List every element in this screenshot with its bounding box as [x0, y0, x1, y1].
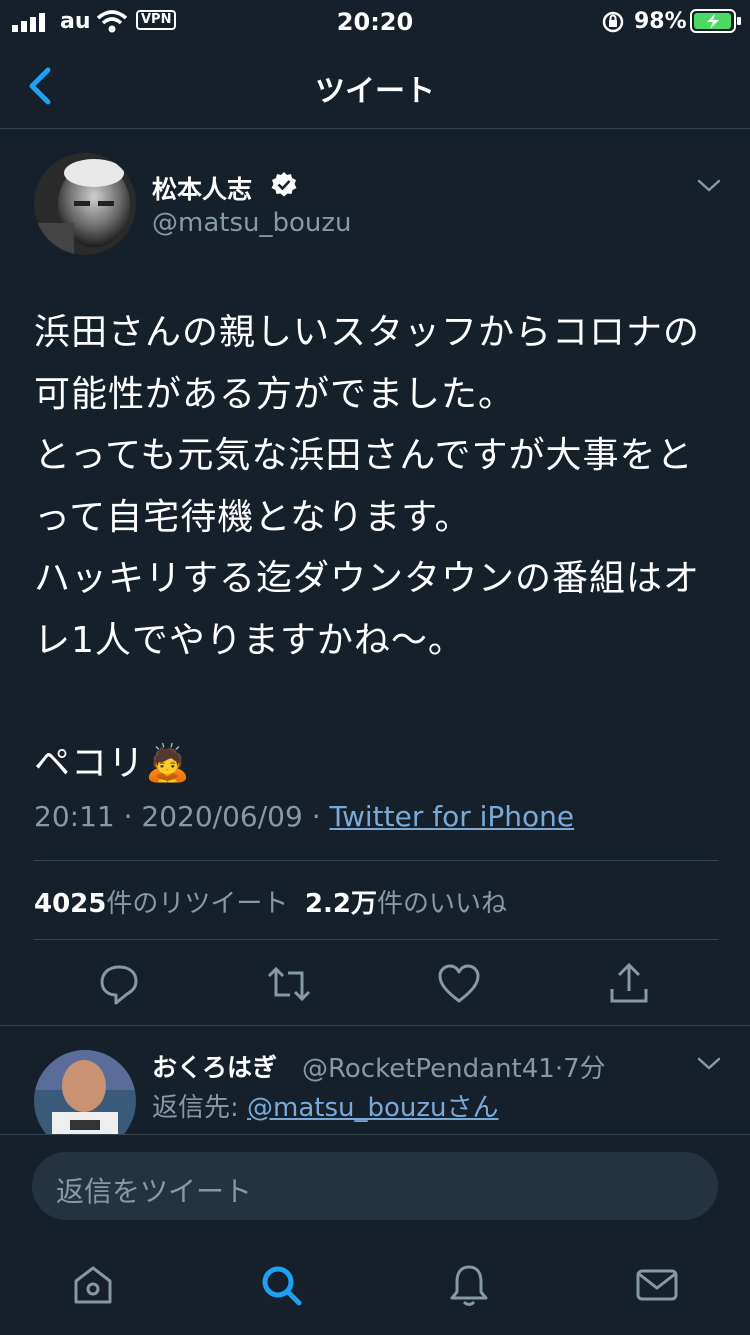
retweet-stat[interactable]: 4025件のリツイート — [34, 889, 288, 919]
reply-age: 7分 — [563, 1054, 606, 1084]
tweet-date: 2020/06/09 — [141, 800, 303, 833]
tab-bar — [0, 1236, 750, 1334]
reply-meta: @RocketPendant41·7分 — [302, 1054, 606, 1084]
notifications-icon[interactable] — [446, 1262, 492, 1308]
divider — [34, 860, 718, 861]
tweet-source-link[interactable]: Twitter for iPhone — [330, 800, 575, 833]
home-icon[interactable] — [70, 1262, 116, 1308]
author-avatar[interactable] — [34, 153, 136, 255]
messages-icon[interactable] — [634, 1262, 680, 1308]
retweet-icon[interactable] — [264, 959, 314, 1009]
chevron-down-icon[interactable] — [696, 1054, 722, 1074]
tweet-time: 20:11 — [34, 800, 115, 833]
reply-icon[interactable] — [94, 959, 144, 1009]
like-count: 2.2万 — [304, 889, 377, 919]
verified-icon — [271, 172, 297, 197]
share-icon[interactable] — [604, 959, 654, 1009]
author-avatar-image — [34, 153, 136, 255]
author-name[interactable]: 松本人志 — [152, 170, 252, 206]
divider — [34, 939, 718, 940]
tweet-text: 浜田さんの親しいスタッフからコロナの可能性がある方がでました。 とっても元気な浜… — [34, 312, 701, 784]
reply-compose-placeholder: 返信をツイート — [56, 1175, 253, 1208]
tweet-meta: 20:11 · 2020/06/09 · Twitter for iPhone — [34, 800, 575, 833]
retweet-label: 件のリツイート — [106, 889, 289, 919]
retweet-count: 4025 — [34, 889, 107, 919]
reply-author-name[interactable]: おくろはぎ — [152, 1048, 277, 1084]
like-label: 件のいいね — [376, 889, 507, 919]
status-bar: au VPN 20:20 98% — [0, 0, 750, 44]
battery-icon — [690, 9, 741, 33]
orientation-lock-icon — [602, 11, 624, 33]
tweet-stats: 4025件のリツイート 2.2万件のいいね — [34, 883, 507, 920]
reply-to-label: 返信先: — [152, 1093, 248, 1123]
battery-percent: 98% — [634, 9, 687, 34]
chevron-down-icon[interactable] — [696, 176, 722, 196]
like-icon[interactable] — [434, 959, 484, 1009]
author-handle[interactable]: @matsu_bouzu — [152, 208, 352, 238]
reply-author-handle[interactable]: @RocketPendant41 — [302, 1054, 555, 1084]
divider — [0, 1025, 750, 1026]
navigation-header: ツイート — [0, 44, 750, 129]
like-stat[interactable]: 2.2万件のいいね — [305, 889, 507, 919]
search-icon[interactable] — [258, 1262, 304, 1308]
reply-to-mention[interactable]: @matsu_bouzuさん — [247, 1093, 499, 1123]
reply-to-line: 返信先: @matsu_bouzuさん — [152, 1087, 499, 1124]
page-title: ツイート — [315, 74, 435, 109]
